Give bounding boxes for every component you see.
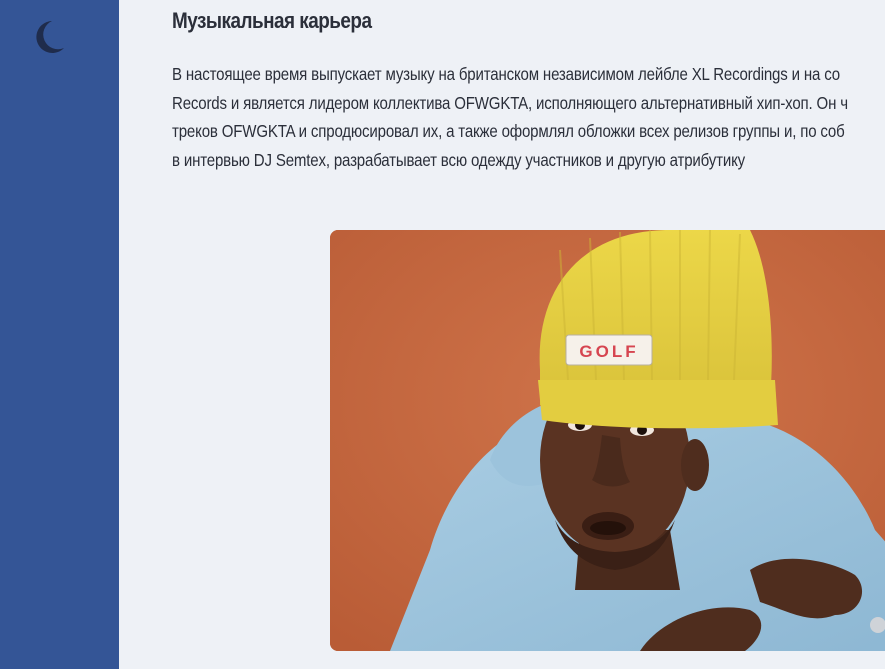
main-content: Музыкальная карьера В настоящее время вы… [119, 0, 885, 669]
paragraph-line: треков OFWGKTA и спродюсировал их, а так… [172, 121, 845, 141]
paragraph-line: в интервью DJ Semtex, разрабатывает всю … [172, 149, 746, 170]
paragraph-line: В настоящее время выпускает музыку на бр… [172, 64, 840, 84]
sidebar [0, 0, 119, 669]
artist-photo: GOLF [330, 230, 885, 651]
section-title: Музыкальная карьера [172, 8, 372, 33]
article-paragraph: В настоящее время выпускает музыку на бр… [172, 60, 885, 174]
hat-label-text: GOLF [579, 342, 638, 361]
moon-icon [36, 21, 64, 53]
paragraph-line: Records и является лидером коллектива OF… [172, 92, 848, 113]
theme-toggle-button[interactable] [24, 14, 68, 58]
